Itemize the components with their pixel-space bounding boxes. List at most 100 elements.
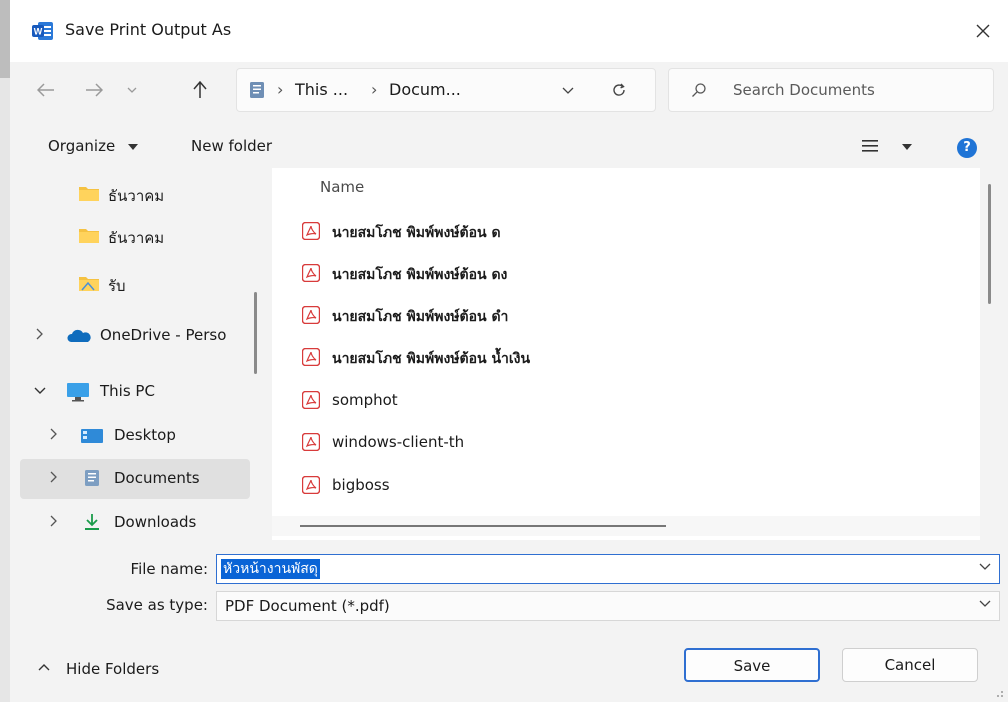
file-name-label: File name:: [130, 560, 208, 578]
chevron-right-icon[interactable]: [50, 515, 57, 527]
save-as-type-value: PDF Document (*.pdf): [225, 597, 390, 615]
sidebar-item-label: Downloads: [114, 513, 197, 531]
breadcrumb-documents[interactable]: Docum...: [389, 80, 461, 99]
save-as-type-label: Save as type:: [106, 596, 208, 614]
sidebar-item-folder-dec-2[interactable]: ธันวาคม: [20, 216, 250, 256]
file-row[interactable]: นายสมโภช พิมพ์พงษ์ต้อน ด: [302, 214, 962, 250]
up-button[interactable]: [184, 74, 216, 106]
chevron-right-icon[interactable]: [50, 428, 57, 440]
vertical-scrollbar[interactable]: [980, 168, 998, 540]
pdf-icon: [302, 348, 320, 366]
search-icon: [692, 83, 706, 97]
dialog-footer: Hide Folders Save Cancel: [10, 636, 1008, 702]
sidebar-scrollbar[interactable]: [254, 292, 257, 374]
hide-folders-label: Hide Folders: [66, 660, 160, 678]
recent-locations-button[interactable]: [116, 74, 148, 106]
vertical-scrollbar-thumb[interactable]: [988, 184, 991, 304]
download-icon: [85, 514, 99, 530]
sidebar-item-this-pc[interactable]: This PC: [20, 372, 250, 412]
sidebar-item-folder-receive[interactable]: รับ: [20, 264, 250, 304]
search-placeholder: Search Documents: [733, 81, 875, 99]
file-name: นายสมโภช พิมพ์พงษ์ต้อน ด: [332, 225, 501, 241]
list-view-icon[interactable]: [862, 140, 878, 152]
chevron-down-icon: [562, 87, 574, 94]
sidebar-item-folder-dec-1[interactable]: ธันวาคม: [20, 174, 250, 214]
desktop-icon: [81, 429, 103, 443]
breadcrumb-separator: ›: [371, 80, 378, 99]
pdf-icon: [302, 306, 320, 324]
svg-text:W: W: [34, 27, 43, 37]
forward-arrow-icon: [86, 83, 103, 97]
forward-button[interactable]: [78, 74, 110, 106]
sidebar-item-label: Desktop: [114, 426, 176, 444]
sidebar-item-downloads[interactable]: Downloads: [20, 503, 250, 540]
file-list[interactable]: Name นายสมโภช พิมพ์พงษ์ต้อน ด นายสมโภช พ…: [272, 168, 980, 540]
sidebar-item-onedrive[interactable]: OneDrive - Perso: [20, 316, 250, 356]
pdf-icon: [302, 264, 320, 282]
save-as-type-select[interactable]: PDF Document (*.pdf): [216, 591, 1000, 621]
refresh-button[interactable]: [607, 79, 631, 101]
navigation-row: › This ... › Docum... Search Documents: [10, 62, 1008, 118]
search-box[interactable]: Search Documents: [668, 68, 994, 112]
column-header-name[interactable]: Name: [320, 178, 364, 196]
address-bar[interactable]: › This ... › Docum...: [236, 68, 656, 112]
folder-icon: [79, 277, 99, 291]
file-name: bigboss: [332, 476, 390, 494]
organize-button[interactable]: Organize: [48, 137, 115, 155]
sidebar-item-label: OneDrive - Perso: [100, 326, 227, 344]
resize-grip-icon[interactable]: [994, 688, 1004, 698]
pdf-icon: [302, 433, 320, 451]
computer-icon: [67, 383, 89, 402]
word-icon: W: [32, 22, 53, 40]
file-row[interactable]: bigboss: [302, 468, 962, 504]
file-row[interactable]: windows-client-th: [302, 425, 962, 461]
documents-icon: [85, 470, 99, 486]
pdf-icon: [302, 391, 320, 409]
onedrive-icon: [67, 329, 91, 342]
chevron-up-icon: [38, 664, 50, 671]
chevron-down-icon[interactable]: [979, 600, 991, 607]
close-icon: [976, 24, 990, 38]
file-row[interactable]: นายสมโภช พิมพ์พงษ์ต้อน ดง: [302, 256, 962, 292]
sidebar-item-label: Documents: [114, 469, 200, 487]
chevron-down-icon[interactable]: [34, 387, 46, 394]
sidebar-item-desktop[interactable]: Desktop: [20, 416, 250, 456]
new-folder-button[interactable]: New folder: [191, 137, 272, 155]
chevron-down-icon: [127, 87, 137, 93]
file-name: นายสมโภช พิมพ์พงษ์ต้อน ดำ: [332, 309, 509, 325]
sidebar-item-label: รับ: [108, 277, 126, 295]
command-bar: Organize New folder ?: [10, 118, 1008, 168]
breadcrumb-this-pc[interactable]: This ...: [295, 80, 348, 99]
chevron-right-icon[interactable]: [50, 471, 57, 483]
back-arrow-icon: [37, 83, 54, 97]
sidebar-item-label: ธันวาคม: [108, 229, 165, 247]
file-row[interactable]: somphot: [302, 383, 962, 419]
sidebar-item-documents[interactable]: Documents: [20, 459, 250, 499]
folder-icon: [79, 187, 99, 201]
back-button[interactable]: [30, 74, 62, 106]
documents-icon: [250, 82, 264, 98]
save-dialog: W Save Print Output As › This ... › Docu…: [10, 0, 1008, 702]
file-name: somphot: [332, 391, 398, 409]
file-row[interactable]: นายสมโภช พิมพ์พงษ์ต้อน น้ำเงิน: [302, 340, 962, 376]
pdf-icon: [302, 222, 320, 240]
caret-down-icon: [128, 144, 138, 150]
file-name-input[interactable]: หัวหน้างานพัสดุ: [216, 554, 1000, 584]
pdf-icon: [302, 476, 320, 494]
caret-down-icon[interactable]: [902, 144, 912, 150]
cancel-button[interactable]: Cancel: [842, 648, 978, 682]
close-button[interactable]: [968, 16, 998, 46]
save-button[interactable]: Save: [684, 648, 820, 682]
help-button[interactable]: ?: [957, 138, 977, 158]
horizontal-scrollbar[interactable]: [272, 516, 980, 536]
title-bar: W Save Print Output As: [10, 0, 1008, 62]
file-name: นายสมโภช พิมพ์พงษ์ต้อน ดง: [332, 267, 508, 283]
chevron-right-icon[interactable]: [36, 328, 43, 340]
navigation-pane[interactable]: ธันวาคม ธันวาคม รับ OneDrive - Perso Thi…: [20, 168, 260, 540]
horizontal-scrollbar-thumb[interactable]: [300, 525, 666, 527]
folder-icon: [79, 229, 99, 243]
file-row[interactable]: นายสมโภช พิมพ์พงษ์ต้อน ดำ: [302, 298, 962, 334]
up-arrow-icon: [193, 81, 207, 98]
chevron-down-icon[interactable]: [979, 563, 991, 570]
address-history-dropdown[interactable]: [555, 79, 581, 101]
